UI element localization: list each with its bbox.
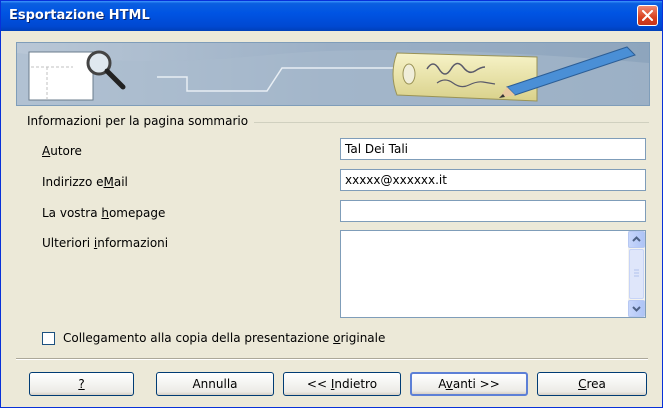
original-copy-checkbox[interactable] bbox=[42, 332, 55, 345]
scroll-down-button[interactable] bbox=[628, 300, 645, 317]
author-label: Autore bbox=[42, 144, 82, 158]
section-title: Informazioni per la pagina sommario bbox=[27, 114, 255, 128]
scroll-thumb[interactable] bbox=[629, 249, 644, 299]
dialog-window: Esportazione HTML Informazioni per la pa… bbox=[0, 0, 663, 408]
email-label: Indirizzo eMail bbox=[42, 175, 128, 189]
info-textarea[interactable] bbox=[340, 230, 646, 318]
cancel-button[interactable]: Annulla bbox=[156, 372, 274, 396]
arrow-down-icon bbox=[632, 306, 641, 312]
grip-icon bbox=[634, 269, 639, 277]
window-title: Esportazione HTML bbox=[9, 8, 150, 23]
homepage-label: La vostra homepage bbox=[42, 206, 166, 220]
author-input[interactable]: Tal Dei Tali bbox=[340, 138, 646, 160]
info-scrollbar[interactable] bbox=[628, 231, 645, 317]
create-button[interactable]: Crea bbox=[537, 372, 647, 396]
title-bar[interactable]: Esportazione HTML bbox=[1, 1, 662, 31]
back-button[interactable]: << Indietro bbox=[283, 372, 401, 396]
magnifier-pencil-illustration bbox=[17, 43, 649, 105]
close-icon bbox=[642, 10, 653, 21]
help-button[interactable]: ? bbox=[29, 372, 134, 396]
close-button[interactable] bbox=[637, 5, 658, 26]
header-banner bbox=[16, 42, 650, 106]
next-button[interactable]: Avanti >> bbox=[410, 372, 528, 396]
scroll-up-button[interactable] bbox=[628, 231, 645, 248]
email-input[interactable]: xxxxx@xxxxxx.it bbox=[340, 169, 646, 191]
homepage-input[interactable] bbox=[340, 200, 646, 222]
info-label: Ulteriori informazioni bbox=[42, 236, 169, 250]
original-copy-label[interactable]: Collegamento alla copia della presentazi… bbox=[63, 331, 385, 345]
button-divider bbox=[16, 358, 648, 360]
arrow-up-icon bbox=[632, 236, 641, 242]
